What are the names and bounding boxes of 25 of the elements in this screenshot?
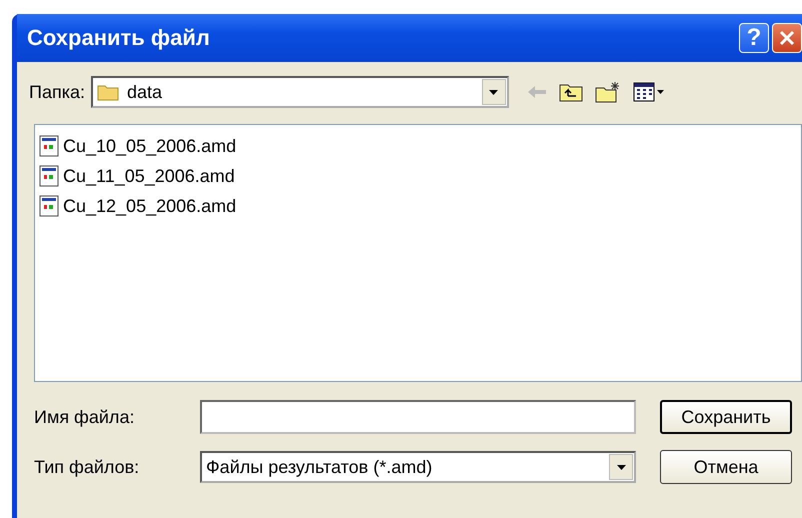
up-folder-icon[interactable] bbox=[558, 82, 583, 102]
folder-icon bbox=[96, 83, 119, 101]
view-menu-icon[interactable] bbox=[632, 82, 665, 102]
window-title: Сохранить файл bbox=[27, 25, 211, 51]
dropdown-button[interactable] bbox=[609, 454, 633, 480]
file-item[interactable]: Cu_10_05_2006.amd bbox=[39, 131, 797, 161]
cancel-button[interactable]: Отмена bbox=[660, 450, 792, 484]
help-button[interactable]: ? bbox=[739, 23, 769, 53]
filetype-label: Тип файлов: bbox=[34, 456, 140, 478]
filename-label: Имя файла: bbox=[34, 406, 136, 428]
document-icon bbox=[39, 165, 59, 187]
caret-icon bbox=[616, 464, 626, 470]
save-button[interactable]: Сохранить bbox=[660, 400, 792, 434]
folder-label: Папка: bbox=[29, 82, 85, 102]
file-item[interactable]: Cu_12_05_2006.amd bbox=[39, 191, 797, 221]
close-icon[interactable] bbox=[772, 23, 802, 53]
caret-icon bbox=[489, 90, 498, 94]
folder-combo[interactable]: data bbox=[90, 76, 509, 108]
filetype-combo[interactable]: Файлы результатов (*.amd) bbox=[200, 451, 636, 483]
filename-field[interactable] bbox=[200, 400, 636, 434]
dropdown-button[interactable] bbox=[482, 79, 506, 105]
document-icon bbox=[39, 195, 59, 217]
file-item[interactable]: Cu_11_05_2006.amd bbox=[39, 161, 797, 191]
new-folder-icon[interactable] bbox=[594, 81, 621, 103]
document-icon bbox=[39, 135, 59, 157]
